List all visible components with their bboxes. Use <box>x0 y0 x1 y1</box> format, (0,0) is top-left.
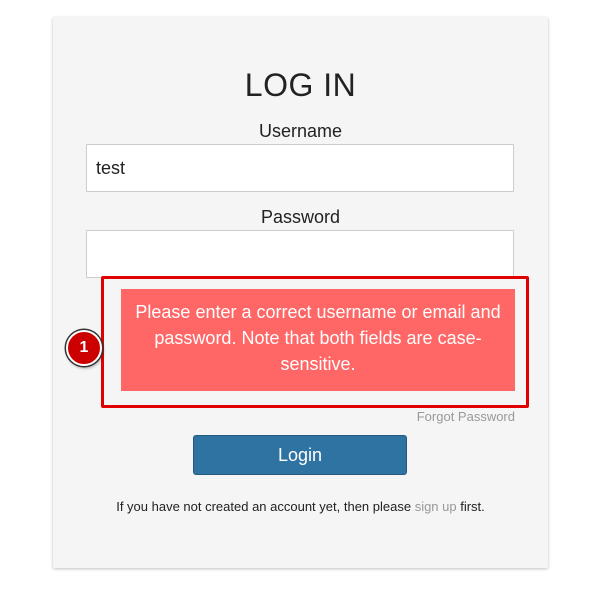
signup-prefix: If you have not created an account yet, … <box>116 499 415 514</box>
sign-up-link[interactable]: sign up <box>415 499 457 514</box>
login-card: LOG IN Username Password Please enter a … <box>53 17 548 568</box>
password-field[interactable] <box>86 230 514 278</box>
username-label: Username <box>258 121 343 141</box>
forgot-password-link[interactable]: Forgot Password <box>417 409 515 424</box>
password-label: Password <box>260 207 341 227</box>
page-title: LOG IN <box>244 67 357 103</box>
signup-text: If you have not created an account yet, … <box>53 499 548 514</box>
login-button[interactable]: Login <box>193 435 407 475</box>
annotation-marker: 1 <box>66 330 102 366</box>
error-message: Please enter a correct username or email… <box>121 289 515 391</box>
signup-suffix: first. <box>456 499 485 514</box>
username-field[interactable] <box>86 144 514 192</box>
